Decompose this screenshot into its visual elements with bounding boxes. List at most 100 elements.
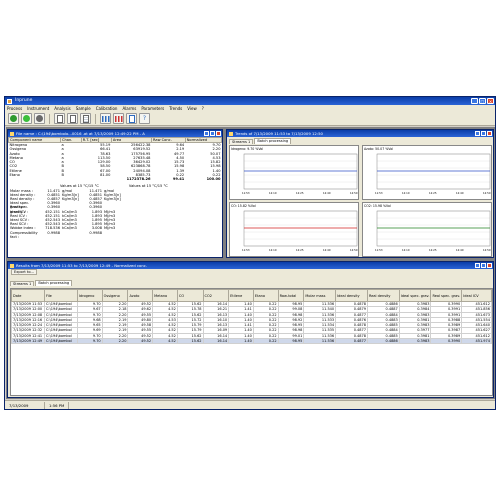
composition-window: File name : C:\194\bombolo...0016 .at at… bbox=[7, 129, 223, 258]
status-button[interactable] bbox=[34, 113, 45, 124]
status-bar: 7/13/2009 1:56 PM bbox=[5, 400, 495, 409]
app-title: Inprune bbox=[15, 98, 33, 103]
plot-label: Idrogeno: 9.70 %Vol bbox=[231, 146, 264, 151]
col-header[interactable]: Real spec. grav. bbox=[430, 289, 463, 302]
menu-instrument[interactable]: Instrument bbox=[27, 106, 49, 111]
menu-parameters[interactable]: Parameters bbox=[141, 106, 164, 111]
export-button[interactable]: Export to... bbox=[11, 269, 37, 275]
composition-titlebar[interactable]: File name : C:\194\bombolo...0016 .at at… bbox=[8, 130, 222, 137]
tab-batch-processing[interactable]: Batch processing bbox=[35, 279, 73, 286]
maximize-button[interactable]: □ bbox=[479, 98, 486, 104]
menu-view[interactable]: View bbox=[187, 106, 197, 111]
run-button[interactable] bbox=[8, 113, 19, 124]
tab-batch-processing[interactable]: Batch processing bbox=[254, 137, 292, 144]
col-header[interactable]: Ideal density bbox=[335, 289, 368, 302]
col-header[interactable]: Raw-total bbox=[277, 289, 305, 302]
menu-trends[interactable]: Trends bbox=[169, 106, 182, 111]
col-header[interactable]: Date bbox=[11, 289, 45, 302]
col-header[interactable]: CO2 bbox=[202, 289, 230, 302]
stop-button[interactable] bbox=[21, 113, 32, 124]
table-cell: 15.62 bbox=[176, 338, 204, 345]
close-icon[interactable] bbox=[487, 131, 492, 136]
menu-analysis[interactable]: Analysis bbox=[54, 106, 70, 111]
table-cell: 0.4877 bbox=[335, 338, 368, 345]
table-cell: 9.70 bbox=[76, 338, 103, 345]
x-tick-label: 11:53 bbox=[375, 249, 383, 252]
help-button[interactable]: ? bbox=[139, 113, 150, 124]
table-cell: 7/13/2009 12:32 bbox=[11, 327, 45, 334]
menu-sample[interactable]: Sample bbox=[76, 106, 91, 111]
table-cell: C:\194\bombol bbox=[43, 338, 78, 345]
trend-button[interactable] bbox=[126, 113, 137, 124]
x-tick-label: 12:25 bbox=[429, 192, 437, 195]
run-icon bbox=[10, 115, 17, 122]
close-button[interactable]: × bbox=[487, 98, 494, 104]
results-grid[interactable]: Date File Idrogeno Ossigeno Azoto Metano CO CO2… bbox=[10, 288, 493, 396]
tab-streams[interactable]: Streams 1 bbox=[10, 280, 35, 286]
col-header[interactable]: Etano bbox=[252, 289, 279, 302]
table-cell: 7/13/2009 12:49 bbox=[11, 338, 45, 345]
max-icon[interactable] bbox=[210, 131, 215, 136]
col-header[interactable]: Azoto bbox=[127, 289, 154, 302]
col-header[interactable]: Ideal ICV bbox=[461, 289, 492, 302]
document-button[interactable] bbox=[67, 113, 78, 124]
table-icon bbox=[82, 114, 89, 123]
bars-button[interactable] bbox=[113, 113, 124, 124]
col-header[interactable]: CO bbox=[176, 289, 204, 302]
menu-calibration[interactable]: Calibration bbox=[96, 106, 118, 111]
x-tick-label: 12:50 bbox=[350, 192, 358, 195]
chart-button[interactable] bbox=[100, 113, 111, 124]
menu-help[interactable]: ? bbox=[202, 106, 204, 111]
col-header[interactable]: File bbox=[43, 289, 78, 302]
col-header[interactable]: Ossigeno bbox=[101, 289, 129, 302]
total-cell bbox=[9, 177, 61, 181]
close-icon[interactable] bbox=[216, 131, 221, 136]
table-cell: 98.95 bbox=[277, 338, 305, 345]
col-header[interactable]: Idrogeno bbox=[76, 289, 103, 302]
table-cell: 7/13/2009 12:08 bbox=[11, 311, 45, 318]
col-header[interactable]: Ideal spec. grav. bbox=[398, 289, 432, 302]
report-button[interactable] bbox=[54, 113, 65, 124]
trend-plot[interactable]: Azoto: 50.07 %Vol 11:53 12:10 12:25 12:40 12:… bbox=[362, 145, 492, 200]
results-tabs: Streams 1 Batch processing bbox=[8, 279, 493, 286]
trends-title: Trends of 7/13/2009 11:53 to 7/13/2009 1… bbox=[235, 131, 323, 136]
plot-label: Azoto: 50.07 %Vol bbox=[364, 146, 394, 151]
table-row[interactable]: 7/13/2009 12:49 C:\194\bombol 9.70 2.20 49.5… bbox=[11, 338, 492, 345]
menu-process[interactable]: Process bbox=[7, 106, 22, 111]
menu-alarms[interactable]: Alarms bbox=[122, 106, 136, 111]
col-header[interactable]: Etilene bbox=[228, 289, 254, 302]
tab-streams[interactable]: Streams 1 bbox=[229, 138, 254, 144]
col-header[interactable]: Metano bbox=[152, 289, 178, 302]
trend-plot[interactable]: CO2: 15.98 %Vol 11:53 12:10 12:25 12:40 12:50 bbox=[362, 202, 492, 257]
col-header[interactable]: Molar mass bbox=[303, 289, 337, 302]
property-cell bbox=[102, 231, 122, 235]
x-tick-label: 11:53 bbox=[242, 192, 250, 195]
table-cell: 1.40 bbox=[228, 338, 254, 345]
min-icon[interactable] bbox=[204, 131, 209, 136]
x-tick-label: 12:25 bbox=[296, 249, 304, 252]
status-icon bbox=[36, 115, 43, 122]
total-row: 1172378.26 99.41 100.00 bbox=[9, 177, 222, 181]
menu-bar: Process Instrument Analysis Sample Calib… bbox=[5, 105, 495, 112]
close-icon[interactable] bbox=[487, 263, 492, 268]
x-tick-label: 12:40 bbox=[456, 192, 464, 195]
x-tick-label: 12:10 bbox=[269, 249, 277, 252]
x-tick-label: 12:10 bbox=[402, 249, 410, 252]
help-icon: ? bbox=[142, 115, 147, 122]
minimize-button[interactable]: _ bbox=[471, 98, 478, 104]
table-cell: 2.20 bbox=[101, 338, 129, 345]
trends-titlebar[interactable]: Trends of 7/13/2009 11:53 to 7/13/2009 1… bbox=[227, 130, 493, 137]
window-icon bbox=[229, 131, 233, 136]
property-row: Compressibility fact : 0.9988 0.9988 bbox=[8, 231, 222, 239]
min-icon[interactable] bbox=[475, 131, 480, 136]
min-icon[interactable] bbox=[475, 263, 480, 268]
col-header[interactable]: Real density bbox=[366, 289, 400, 302]
table-cell: 0.3983 bbox=[398, 338, 432, 345]
trend-plot-svg bbox=[376, 210, 491, 247]
trend-plot[interactable]: Idrogeno: 9.70 %Vol 11:53 12:10 12:25 12:40 1… bbox=[229, 145, 359, 200]
trend-plot[interactable]: CO: 15.82 %Vol 11:53 12:10 12:25 12:40 12:50 bbox=[229, 202, 359, 257]
results-titlebar[interactable]: Results from 7/13/2009 11:53 to 7/13/200… bbox=[8, 262, 493, 269]
table-button[interactable] bbox=[80, 113, 91, 124]
max-icon[interactable] bbox=[481, 131, 486, 136]
max-icon[interactable] bbox=[481, 263, 486, 268]
